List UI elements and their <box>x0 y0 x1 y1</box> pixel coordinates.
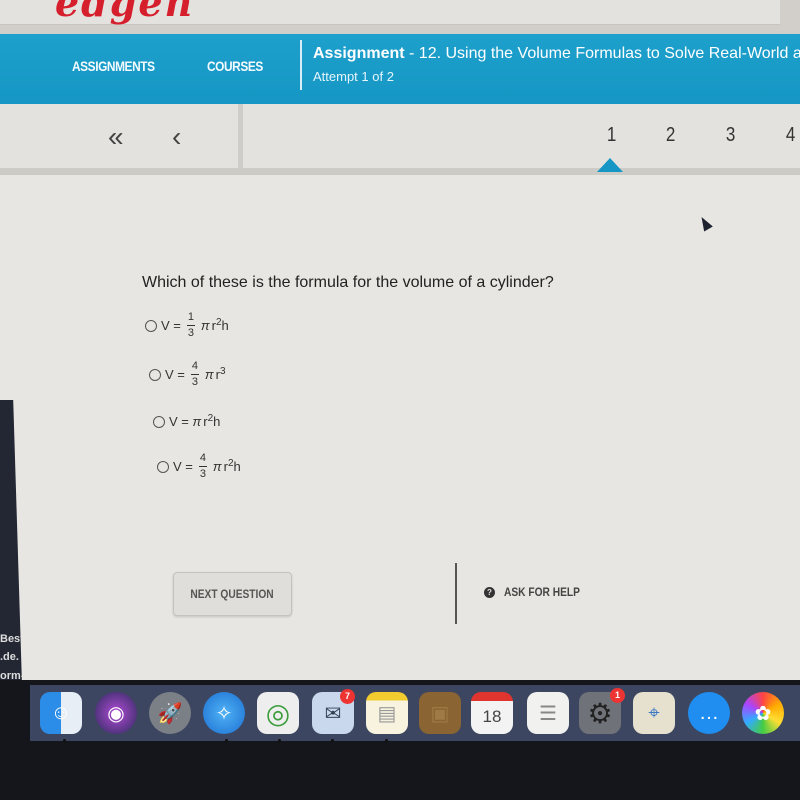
finder-glyph: ☺ <box>50 701 72 724</box>
pager-underline <box>0 168 800 175</box>
assignment-header: ASSIGNMENTS COURSES Assignment - 12. Usi… <box>0 34 800 104</box>
site-logo[interactable]: edgen <box>55 0 194 25</box>
nav-courses[interactable]: COURSES <box>207 58 263 74</box>
site-header-area: edgen <box>0 0 780 25</box>
reminders-glyph: ☰ <box>539 702 557 725</box>
running-indicator <box>385 739 388 742</box>
page-1[interactable]: 1 <box>607 124 616 147</box>
safari-icon[interactable]: ✧ <box>203 692 245 734</box>
radio-button[interactable] <box>149 368 161 381</box>
radio-button[interactable] <box>157 460 169 473</box>
height-var: h <box>213 414 221 429</box>
bg-text: Best <box>0 633 22 645</box>
photos-glyph: ✿ <box>754 702 772 725</box>
next-question-label: NEXT QUESTION <box>190 587 275 601</box>
bg-text: .de. <box>0 651 19 663</box>
photos-icon[interactable]: ✿ <box>742 692 784 734</box>
assignment-name: - 12. Using the Volume Formulas to Solve… <box>404 45 800 62</box>
height-var: h <box>221 318 229 333</box>
option-lhs: V = <box>173 459 193 474</box>
radio-button[interactable] <box>153 415 165 428</box>
siri-icon[interactable]: ◉ <box>95 692 137 734</box>
numerator: 1 <box>187 311 194 323</box>
pi-symbol: π <box>200 318 210 333</box>
browser-top-strip: edgen <box>0 0 800 36</box>
question-prompt: Which of these is the formula for the vo… <box>142 274 554 291</box>
pi-symbol: π <box>212 459 222 474</box>
answer-option-4[interactable]: V = 4 3 π r 2 h <box>157 453 241 480</box>
answer-option-3[interactable]: V = π r 2 h <box>153 413 221 429</box>
calendar-icon[interactable]: 18 <box>471 692 513 734</box>
exponent: 2 <box>215 317 222 328</box>
height-var: h <box>233 459 241 474</box>
help-icon: ? <box>484 586 495 598</box>
numerator: 4 <box>191 360 198 372</box>
pager-divider <box>238 104 243 170</box>
finder-icon[interactable]: ☺ <box>40 692 82 734</box>
pager-nav: « ‹ <box>0 104 238 168</box>
maps-glyph: ⌖ <box>648 701 660 724</box>
answer-option-1[interactable]: V = 1 3 π r 2 h <box>145 312 229 339</box>
page-4[interactable]: 4 <box>786 124 795 147</box>
ask-for-help-link[interactable]: ? ASK FOR HELP <box>484 585 593 599</box>
running-indicator <box>331 739 334 742</box>
running-indicator <box>278 739 281 742</box>
running-indicator <box>63 739 66 742</box>
maps-icon[interactable]: ⌖ <box>633 692 675 734</box>
nav-assignments[interactable]: ASSIGNMENTS <box>72 58 155 74</box>
contacts-icon[interactable]: ▣ <box>419 692 461 734</box>
chrome-glyph: ◎ <box>265 697 291 729</box>
fraction: 1 3 <box>186 311 195 339</box>
notes-glyph: ▤ <box>377 702 397 725</box>
system-preferences-badge: 1 <box>610 688 625 703</box>
prev-page-icon[interactable]: ‹ <box>172 122 181 152</box>
macos-dock <box>30 685 800 741</box>
notes-icon[interactable]: ▤ <box>366 692 408 734</box>
reminders-icon[interactable]: ☰ <box>527 692 569 734</box>
header-divider <box>300 40 302 90</box>
contacts-glyph: ▣ <box>430 702 450 725</box>
messages-glyph: … <box>699 701 719 724</box>
first-page-icon[interactable]: « <box>108 122 124 152</box>
launchpad-glyph: 🚀 <box>157 702 183 725</box>
pi-symbol: π <box>204 367 214 382</box>
question-pager: « ‹ 1 2 3 4 <box>0 104 800 175</box>
assignment-label: Assignment <box>313 45 405 62</box>
chrome-icon[interactable]: ◎ <box>257 692 299 734</box>
exponent: 3 <box>219 366 226 377</box>
siri-glyph: ◉ <box>107 702 125 725</box>
denominator: 3 <box>187 327 194 339</box>
safari-glyph: ✧ <box>215 702 233 725</box>
option-lhs: V = <box>165 367 185 382</box>
radio-button[interactable] <box>145 319 157 332</box>
assignment-title: Assignment - 12. Using the Volume Formul… <box>313 45 800 63</box>
mail-glyph: ✉ <box>324 702 342 725</box>
page-2[interactable]: 2 <box>666 124 675 147</box>
question-area <box>0 175 800 680</box>
fraction: 4 3 <box>198 452 207 480</box>
attempt-label: Attempt 1 of 2 <box>313 69 394 84</box>
actions-divider <box>455 563 457 624</box>
exponent: 2 <box>207 413 214 424</box>
launchpad-icon[interactable]: 🚀 <box>149 692 191 734</box>
next-question-button[interactable]: NEXT QUESTION <box>173 572 292 616</box>
option-lhs: V = <box>161 318 181 333</box>
option-lhs: V = <box>169 414 189 429</box>
denominator: 3 <box>191 376 198 388</box>
numerator: 4 <box>199 452 206 464</box>
ask-for-help-label: ASK FOR HELP <box>504 585 580 599</box>
running-indicator <box>225 739 228 742</box>
fraction: 4 3 <box>190 360 199 388</box>
mail-badge: 7 <box>340 689 355 704</box>
answer-option-2[interactable]: V = 4 3 π r 3 <box>149 361 226 388</box>
gear-icon: ⚙ <box>587 697 613 729</box>
page-3[interactable]: 3 <box>726 124 735 147</box>
calendar-day: 18 <box>482 707 502 726</box>
messages-icon[interactable]: … <box>688 692 730 734</box>
current-page-marker-icon <box>597 158 623 172</box>
denominator: 3 <box>199 468 206 480</box>
pi-symbol: π <box>192 414 202 429</box>
exponent: 2 <box>227 458 234 469</box>
